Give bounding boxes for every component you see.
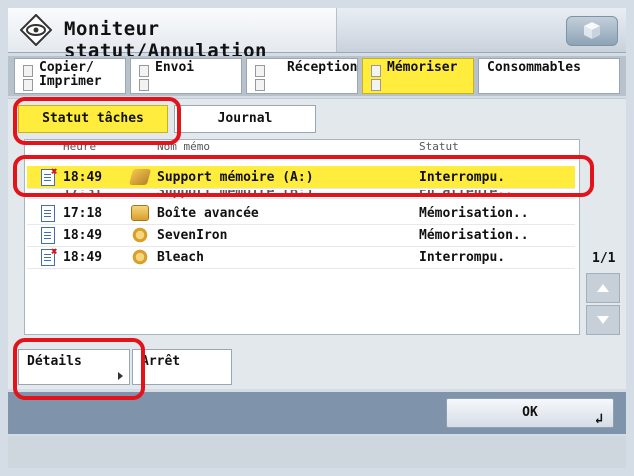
column-header-time: Heure bbox=[63, 140, 97, 153]
job-status: En attente.. bbox=[419, 190, 513, 199]
list-item[interactable]: 17:31 Support mémoire (B:) En attente.. bbox=[27, 190, 575, 199]
box-icon bbox=[131, 205, 149, 221]
job-name: Support mémoire (A:) bbox=[157, 170, 314, 185]
button-label: OK bbox=[522, 405, 538, 420]
stop-button[interactable]: Arrêt bbox=[132, 349, 232, 385]
list-item[interactable]: 17:18 Boîte avancée Mémorisation.. bbox=[27, 202, 575, 225]
button-label: Détails bbox=[27, 354, 82, 369]
details-button[interactable]: Détails bbox=[18, 349, 130, 385]
tab-label: Mémoriser bbox=[387, 60, 458, 75]
footer-bar: OK ↲ bbox=[8, 392, 626, 434]
error-icon: ✖ bbox=[51, 245, 58, 258]
job-name: Support mémoire (B:) bbox=[157, 190, 314, 199]
scroll-up-button[interactable] bbox=[586, 273, 620, 303]
tab-label: Réception bbox=[287, 60, 358, 75]
status-bar bbox=[8, 436, 626, 468]
job-name: Boîte avancée bbox=[157, 206, 259, 221]
job-time: 18:49 bbox=[63, 170, 103, 185]
job-time: 18:49 bbox=[63, 228, 103, 243]
job-list: Heure Nom mémo Statut ✖ 18:49 Support mé… bbox=[24, 139, 580, 335]
main-panel: Statut tâches Journal Heure Nom mémo Sta… bbox=[8, 98, 626, 389]
tab-indicator bbox=[23, 65, 33, 77]
header-bar: Moniteur statut/Annulation bbox=[8, 8, 626, 62]
return-arrow-icon: ↲ bbox=[594, 411, 603, 427]
job-name: Bleach bbox=[157, 250, 204, 265]
tab-send[interactable]: Envoi bbox=[130, 58, 242, 94]
tab-indicator bbox=[255, 79, 265, 91]
job-time: 17:31 bbox=[63, 190, 103, 199]
tab-indicator bbox=[139, 79, 149, 91]
job-status: Interrompu. bbox=[419, 250, 506, 265]
document-icon bbox=[41, 205, 55, 222]
column-header-status: Statut bbox=[419, 140, 459, 153]
screen: Moniteur statut/Annulation Copier/ Impri… bbox=[0, 0, 634, 476]
network-folder-icon bbox=[131, 227, 149, 243]
tab-label: Consommables bbox=[487, 60, 581, 75]
page-indicator: 1/1 bbox=[592, 251, 616, 266]
tab-copy-print[interactable]: Copier/ Imprimer bbox=[14, 58, 126, 94]
job-name: SevenIron bbox=[157, 228, 228, 243]
arrow-down-icon bbox=[597, 316, 609, 324]
tab-label: Copier/ Imprimer bbox=[39, 60, 102, 89]
arrow-right-icon bbox=[118, 372, 123, 380]
cube-icon bbox=[584, 22, 600, 39]
tab-indicator bbox=[371, 65, 381, 77]
ok-button[interactable]: OK ↲ bbox=[446, 398, 614, 428]
job-time: 17:18 bbox=[63, 206, 103, 221]
job-status: Interrompu. bbox=[419, 170, 506, 185]
document-icon bbox=[41, 227, 55, 244]
tab-consumables[interactable]: Consommables bbox=[478, 58, 620, 94]
tab-receive[interactable]: Réception bbox=[246, 58, 358, 94]
list-item[interactable]: 18:49 SevenIron Mémorisation.. bbox=[27, 224, 575, 247]
job-status-tab[interactable]: Statut tâches bbox=[18, 105, 168, 133]
column-header-name: Nom mémo bbox=[157, 140, 210, 153]
eye-icon bbox=[20, 14, 52, 46]
memory-card-icon bbox=[128, 169, 152, 185]
tab-indicator bbox=[371, 79, 381, 91]
network-folder-icon bbox=[131, 249, 149, 265]
tab-indicator bbox=[255, 65, 265, 77]
tab-indicator bbox=[23, 79, 33, 91]
button-label: Arrêt bbox=[141, 354, 181, 369]
cube-button[interactable] bbox=[566, 16, 618, 46]
tab-store[interactable]: Mémoriser bbox=[362, 58, 474, 94]
arrow-up-icon bbox=[597, 284, 609, 292]
tab-label: Envoi bbox=[155, 60, 195, 75]
journal-tab[interactable]: Journal bbox=[174, 105, 316, 133]
job-time: 18:49 bbox=[63, 250, 103, 265]
error-icon: ✖ bbox=[51, 165, 58, 178]
title-tab: Moniteur statut/Annulation bbox=[8, 8, 337, 62]
list-item[interactable]: ✖ 18:49 Bleach Interrompu. bbox=[27, 245, 575, 269]
job-status: Mémorisation.. bbox=[419, 228, 529, 243]
job-status: Mémorisation.. bbox=[419, 206, 529, 221]
tab-bar: Copier/ Imprimer Envoi Réception Mémoris… bbox=[8, 56, 626, 96]
tab-indicator bbox=[139, 65, 149, 77]
scroll-down-button[interactable] bbox=[586, 305, 620, 335]
list-item[interactable]: ✖ 18:49 Support mémoire (A:) Interrompu. bbox=[27, 165, 575, 189]
